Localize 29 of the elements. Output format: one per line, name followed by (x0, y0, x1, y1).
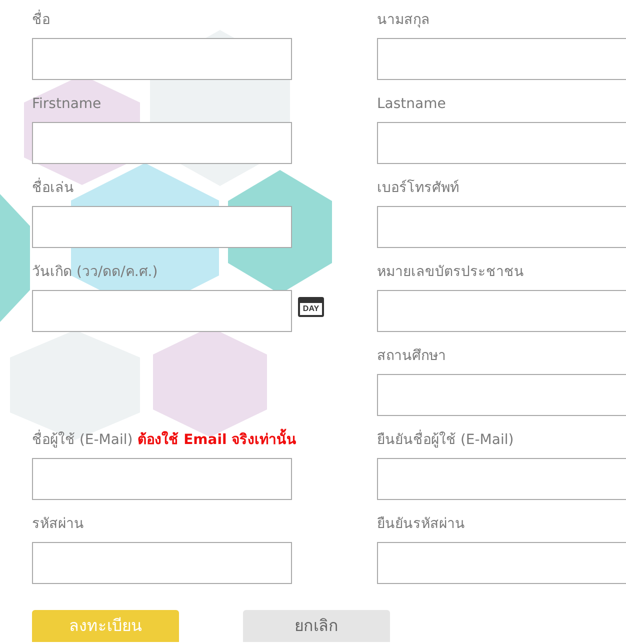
field-label: สถานศึกษา (377, 347, 446, 366)
field-label: นามสกุล (377, 11, 430, 30)
warning-note: ต้องใช้ Email จริงเท่านั้น (138, 430, 297, 450)
calendar-button[interactable]: DAY (298, 297, 324, 317)
input-field[interactable] (32, 122, 292, 164)
field-label: รหัสผ่าน (32, 515, 84, 534)
field-label: ยืนยันชื่อผู้ใช้ (E-Mail) (377, 430, 514, 450)
input-field[interactable] (377, 122, 626, 164)
input-field[interactable] (377, 38, 626, 80)
field-label: Lastname (377, 95, 446, 114)
input-field[interactable] (377, 290, 626, 332)
field-label: ยืนยันรหัสผ่าน (377, 515, 465, 534)
input-field[interactable] (377, 206, 626, 248)
field-label: ชื่อเล่น (32, 178, 74, 198)
input-field[interactable] (32, 458, 292, 500)
field-label: วันเกิด (วว/ดด/ค.ศ.) (32, 263, 158, 282)
input-field[interactable] (377, 458, 626, 500)
input-field[interactable] (32, 290, 292, 332)
input-field[interactable] (32, 206, 292, 248)
input-field[interactable] (377, 542, 626, 584)
input-field[interactable] (32, 38, 292, 80)
field-label: หมายเลขบัตรประชาชน (377, 263, 524, 282)
input-field[interactable] (32, 542, 292, 584)
input-field[interactable] (377, 374, 626, 416)
field-label: ชื่อผู้ใช้ (E-Mail) (32, 430, 133, 450)
field-label: เบอร์โทรศัพท์ (377, 178, 459, 198)
field-label: ชื่อ (32, 10, 50, 30)
cancel-button[interactable]: ยกเลิก (243, 610, 390, 642)
field-label: Firstname (32, 95, 102, 114)
